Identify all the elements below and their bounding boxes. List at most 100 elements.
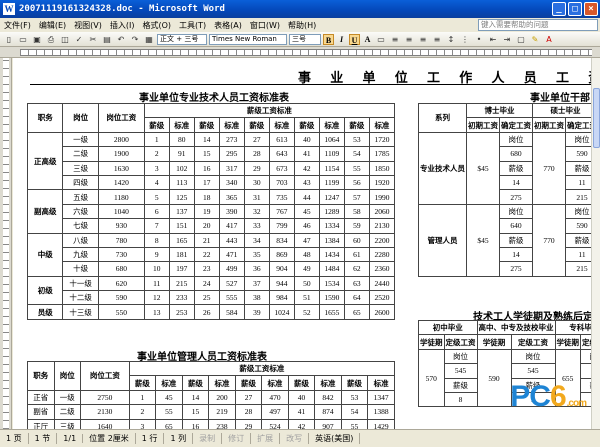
help-search-input[interactable]: 键入需要帮助的问题 [478, 19, 598, 31]
undo-icon[interactable]: ↶ [115, 34, 127, 45]
table-cell: 13 [143, 304, 170, 320]
post-cell: 二级 [62, 146, 99, 162]
vertical-scrollbar[interactable] [591, 58, 600, 429]
table-cell: 767 [268, 203, 295, 220]
menu-window[interactable]: 窗口(W) [246, 20, 284, 31]
save-icon[interactable]: ▣ [31, 34, 43, 45]
table-cell: 874 [314, 404, 342, 420]
menu-tools[interactable]: 工具(T) [175, 20, 210, 31]
table-cell: 640 [499, 218, 533, 234]
status-ext[interactable]: 扩展 [251, 433, 281, 444]
rank-cell: 正省 [27, 389, 55, 406]
open-folder-icon[interactable]: ▭ [17, 34, 29, 45]
table-cell: 11 [143, 275, 170, 292]
menu-insert[interactable]: 插入(I) [106, 20, 139, 31]
font-size-dropdown[interactable]: 三号 [289, 33, 321, 45]
align-left-icon[interactable]: ≡ [389, 34, 401, 45]
vertical-ruler[interactable] [0, 58, 12, 429]
print-icon[interactable]: ⎙ [45, 34, 57, 45]
border-icon[interactable]: ▢ [515, 34, 527, 45]
word-icon: W [3, 3, 15, 15]
post-cell: 四级 [62, 174, 99, 191]
header-cell: 岗位工资 [97, 103, 145, 133]
justify-icon[interactable]: ≡ [431, 34, 443, 45]
group-cell: 员级 [26, 304, 64, 320]
menu-edit[interactable]: 编辑(E) [35, 20, 70, 31]
horizontal-ruler[interactable] [0, 47, 600, 58]
table-cell: 14 [499, 174, 533, 191]
scroll-thumb[interactable] [593, 88, 600, 148]
table-cell: 2440 [368, 275, 396, 292]
pay-cell: 680 [97, 261, 145, 277]
pay-cell: 2800 [97, 131, 145, 148]
menu-view[interactable]: 视图(V) [70, 20, 106, 31]
decrease-indent-icon[interactable]: ⇤ [487, 34, 499, 45]
close-button[interactable]: × [584, 2, 598, 16]
table-cell: 1024 [268, 304, 295, 320]
bold-button[interactable]: B [323, 33, 334, 45]
group-cell: 初级 [26, 275, 64, 306]
table-icon[interactable]: ▦ [143, 34, 155, 45]
table-cell: 15 [181, 404, 210, 420]
table-cell: 1920 [368, 174, 396, 191]
table-cell: 岗位 [510, 348, 556, 365]
char-scale-button[interactable]: A [362, 34, 373, 45]
table-cell: 165 [168, 232, 195, 248]
table-cell: 19 [193, 203, 220, 220]
status-rec[interactable]: 录制 [193, 433, 223, 444]
minimize-button[interactable]: _ [552, 2, 566, 16]
status-ovr[interactable]: 改写 [280, 433, 310, 444]
table-cell: 54 [343, 146, 370, 162]
maximize-button[interactable]: □ [568, 2, 582, 16]
pay-cell: 550 [97, 304, 145, 320]
table-cell: 61 [343, 246, 370, 263]
menu-table[interactable]: 表格(A) [210, 20, 246, 31]
font-dropdown[interactable]: Times New Roman [209, 33, 287, 45]
font-color-icon[interactable]: A [543, 34, 555, 45]
spell-check-icon[interactable]: ✓ [73, 34, 85, 45]
table-cell: 1388 [367, 404, 395, 420]
table-cell: 岗位 [580, 348, 591, 365]
paste-icon[interactable]: ▤ [101, 34, 113, 45]
header-cell: 硕士毕业 [532, 102, 591, 119]
numbering-icon[interactable]: ⋮ [459, 34, 471, 45]
cut-icon[interactable]: ✂ [87, 34, 99, 45]
table-cell: 49 [293, 261, 320, 277]
preview-icon[interactable]: ◫ [59, 34, 71, 45]
table-cell: 8 [443, 391, 478, 408]
italic-button[interactable]: I [336, 34, 347, 45]
pay-cell: 1900 [97, 146, 145, 162]
table-cell: 584 [218, 304, 245, 320]
table-row: 九级 730 9 181 22 471 35 869 48 1434 61 2280 [28, 246, 396, 263]
style-dropdown[interactable]: 正文 + 三号 [157, 33, 207, 45]
underline-button[interactable]: U [349, 33, 360, 45]
status-trk[interactable]: 修订 [222, 433, 252, 444]
align-center-icon[interactable]: ≡ [403, 34, 415, 45]
table-cell: 32 [243, 203, 270, 220]
table-cell: 48 [293, 246, 320, 263]
increase-indent-icon[interactable]: ⇥ [501, 34, 513, 45]
highlight-icon[interactable]: ✎ [529, 34, 541, 45]
new-doc-icon[interactable]: ▯ [3, 34, 15, 45]
document-page[interactable]: 事 业 单 位 工 作 人 员 工 资 标 准 表 事业单位专业技术人员工资标准… [13, 58, 591, 429]
table-cell: 834 [268, 232, 295, 248]
table-cell: 2520 [368, 290, 396, 306]
header-cell: 薪级 [293, 117, 320, 133]
pay-cell: 730 [97, 246, 145, 263]
menu-format[interactable]: 格式(O) [138, 20, 175, 31]
table-cell: 4 [143, 174, 170, 191]
table-row: 管理人员$45岗位770岗位710 [418, 203, 591, 277]
bullets-icon[interactable]: • [473, 34, 485, 45]
table-cell: 50 [293, 275, 320, 292]
align-right-icon[interactable]: ≡ [417, 34, 429, 45]
table-row: 学徒期定级工资学徒期定级工资学徒期定级工资 [418, 334, 591, 350]
header-cell: 薪级 [287, 375, 316, 391]
char-border-icon[interactable]: ▭ [375, 34, 387, 45]
menu-file[interactable]: 文件(F) [0, 20, 35, 31]
table-cell: 22 [193, 246, 220, 263]
menu-help[interactable]: 帮助(H) [284, 20, 320, 31]
line-spacing-icon[interactable]: ↕ [445, 34, 457, 45]
redo-icon[interactable]: ↷ [129, 34, 141, 45]
header-cell: 学徒期 [476, 334, 512, 350]
title-bar: W 20071119161324328.doc - Microsoft Word… [0, 0, 600, 18]
